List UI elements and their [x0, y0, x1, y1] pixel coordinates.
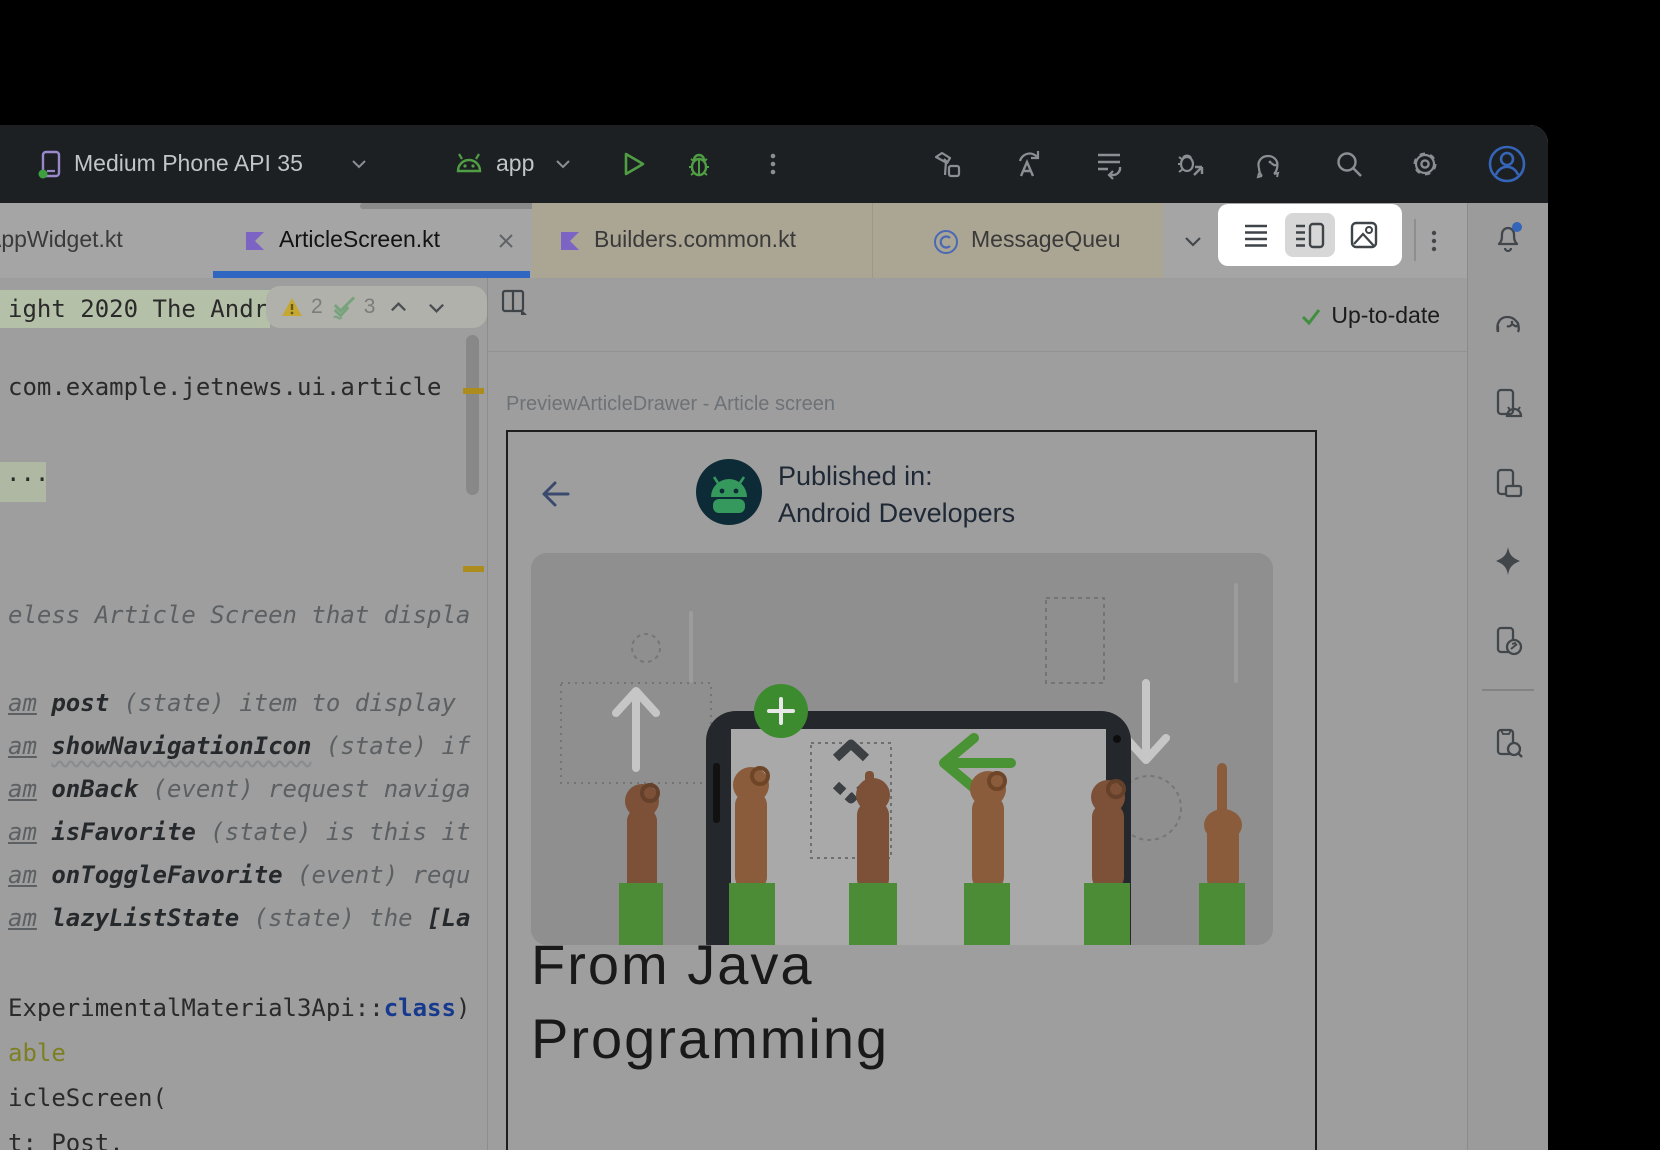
sidebar-divider — [1482, 689, 1534, 691]
screen-background-right — [1548, 0, 1660, 1150]
android-head-icon — [452, 147, 486, 181]
code-line: am post (state) item to display — [8, 688, 456, 718]
check-icon — [1300, 305, 1322, 327]
tab-options-kebab-icon[interactable] — [1420, 227, 1448, 255]
publisher-name: Android Developers — [778, 498, 1015, 529]
editor-vertical-scrollbar[interactable] — [466, 335, 479, 495]
back-arrow-icon[interactable] — [539, 477, 573, 511]
toolbar-divider — [1414, 219, 1416, 261]
warning-icon — [280, 295, 304, 319]
folded-code-region[interactable]: ... — [0, 462, 46, 502]
tab-messagequeue[interactable]: MessageQueu — [971, 226, 1121, 253]
sync-translate-icon[interactable] — [1012, 147, 1046, 181]
device-manager-icon[interactable] — [1490, 385, 1526, 421]
settings-gear-icon[interactable] — [1408, 147, 1442, 181]
device-mirroring-icon[interactable] — [1490, 623, 1526, 659]
notifications-bell-icon[interactable] — [1490, 218, 1526, 254]
active-tab-underline — [213, 271, 530, 278]
warning-count: 2 — [311, 295, 323, 319]
passed-count: 3 — [364, 295, 376, 319]
code-line: t: Post, — [8, 1128, 124, 1150]
code-editor-pane[interactable]: ight 2020 The Andr 2 3 ... com.example.j… — [0, 278, 487, 1150]
run-button[interactable] — [616, 147, 650, 181]
editor-view-mode-switcher — [1218, 204, 1402, 266]
gradle-sync-icon[interactable] — [1250, 147, 1284, 181]
code-line: am onToggleFavorite (event) requ — [8, 860, 470, 890]
prev-issue-chevron-icon[interactable] — [388, 297, 409, 318]
preview-composable-label[interactable]: PreviewArticleDrawer - Article screen — [506, 393, 835, 416]
code-line: able — [8, 1038, 66, 1068]
running-devices-icon[interactable] — [1490, 465, 1526, 501]
passed-checks-icon — [330, 294, 357, 320]
run-configuration-selector[interactable]: app — [496, 150, 534, 177]
more-actions-kebab-icon[interactable] — [756, 147, 790, 181]
tab-builders[interactable]: Builders.common.kt — [594, 226, 796, 253]
attach-debugger-icon[interactable] — [1174, 147, 1208, 181]
code-line: am lazyListState (state) the [La — [8, 903, 470, 933]
search-everywhere-icon[interactable] — [1332, 147, 1366, 181]
code-line: ExperimentalMaterial3Api::class) — [8, 993, 470, 1023]
editor-tab-bar: AppWidget.kt ArticleScreen.kt Builders.c… — [0, 203, 1467, 278]
device-selector[interactable]: Medium Phone API 35 — [74, 150, 303, 177]
main-toolbar: Medium Phone API 35 app — [0, 125, 1548, 203]
preview-layout-options-icon[interactable] — [498, 286, 530, 318]
code-line-copyright: ight 2020 The Andr — [8, 294, 268, 324]
preview-header: Up-to-date — [488, 278, 1467, 352]
article-title-line2: Programming — [531, 1006, 889, 1071]
fold-dots: ... — [6, 458, 49, 488]
layout-inspector-icon[interactable] — [1490, 725, 1526, 761]
kotlin-file-icon — [558, 229, 582, 253]
inspection-widget[interactable]: 2 3 — [266, 286, 487, 328]
code-line: am isFavorite (state) is this it — [8, 817, 470, 847]
debug-button[interactable] — [682, 147, 716, 181]
tab-appwidget[interactable]: AppWidget.kt — [0, 226, 123, 253]
screen-background-top — [0, 0, 1660, 125]
tab-list-chevron-icon[interactable] — [1180, 229, 1206, 255]
code-line: am showNavigationIcon (state) if — [8, 731, 470, 761]
tab-articlescreen[interactable]: ArticleScreen.kt — [279, 226, 440, 253]
device-phone-icon[interactable] — [34, 147, 68, 181]
profile-avatar-icon[interactable] — [1486, 143, 1528, 185]
preview-status-text: Up-to-date — [1331, 302, 1440, 329]
right-tool-window-bar — [1467, 203, 1548, 1150]
build-hammer-icon[interactable] — [930, 147, 964, 181]
article-hero-illustration — [531, 553, 1273, 945]
published-in-label: Published in: — [778, 461, 933, 492]
scrollbar-warning-mark — [463, 566, 484, 572]
android-developers-avatar — [696, 459, 762, 525]
gemini-sparkle-icon[interactable] — [1490, 543, 1526, 579]
android-studio-screenshot: Medium Phone API 35 app — [0, 0, 1660, 1150]
article-title-line1: From Java — [531, 932, 814, 997]
next-issue-chevron-icon[interactable] — [426, 297, 447, 318]
chevron-down-icon[interactable] — [348, 153, 370, 175]
kotlin-file-icon — [243, 229, 267, 253]
split-view-button-selected[interactable] — [1285, 213, 1335, 257]
code-line: eless Article Screen that displa — [8, 600, 470, 630]
close-tab-icon[interactable] — [496, 231, 516, 251]
code-line: icleScreen( — [8, 1083, 167, 1113]
ide-window: Medium Phone API 35 app — [0, 125, 1548, 1150]
code-view-button[interactable] — [1241, 220, 1271, 250]
gradle-elephant-icon[interactable] — [1490, 305, 1526, 341]
preview-status: Up-to-date — [1300, 302, 1440, 329]
scrollbar-warning-mark — [463, 388, 484, 394]
java-class-icon — [933, 229, 959, 255]
code-line: com.example.jetnews.ui.article — [8, 372, 441, 402]
code-line: am onBack (event) request naviga — [8, 774, 470, 804]
design-view-button[interactable] — [1349, 220, 1379, 250]
run-history-icon[interactable] — [1092, 147, 1126, 181]
chevron-down-icon[interactable] — [552, 153, 574, 175]
compose-preview-pane: Up-to-date PreviewArticleDrawer - Articl… — [487, 278, 1467, 1150]
